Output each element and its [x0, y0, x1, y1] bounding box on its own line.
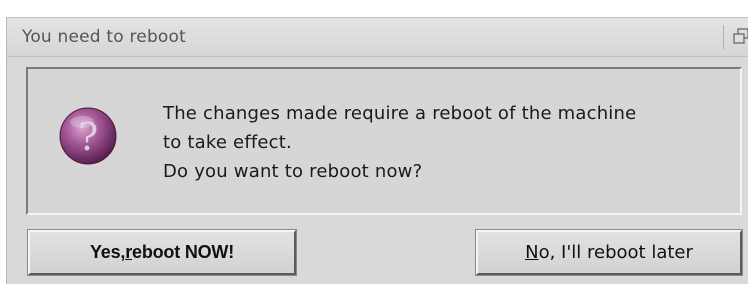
svg-text:?: ? — [78, 115, 98, 159]
button-label-suffix: o, I'll reboot later — [538, 242, 693, 263]
button-mnemonic: r — [125, 242, 133, 262]
message-panel: ? The changes made require a reboot of t… — [26, 67, 742, 215]
titlebar[interactable]: You need to reboot — [7, 18, 748, 57]
message-line: Do you want to reboot now? — [163, 161, 423, 182]
titlebar-separator — [723, 25, 724, 49]
window-title: You need to reboot — [22, 27, 186, 47]
message-line: The changes made require a reboot of the… — [163, 103, 637, 124]
question-icon: ? — [58, 106, 118, 166]
reboot-later-button[interactable]: No, I'll reboot later — [476, 230, 742, 275]
button-label-prefix: Yes, — [89, 242, 126, 262]
reboot-now-button[interactable]: Yes, r eboot NOW! — [28, 230, 296, 275]
restore-icon[interactable] — [733, 28, 748, 46]
dialog-message: The changes made require a reboot of the… — [163, 99, 636, 186]
button-label-suffix: eboot NOW! — [132, 242, 235, 262]
button-mnemonic: N — [525, 242, 539, 263]
message-line: to take effect. — [163, 132, 292, 153]
